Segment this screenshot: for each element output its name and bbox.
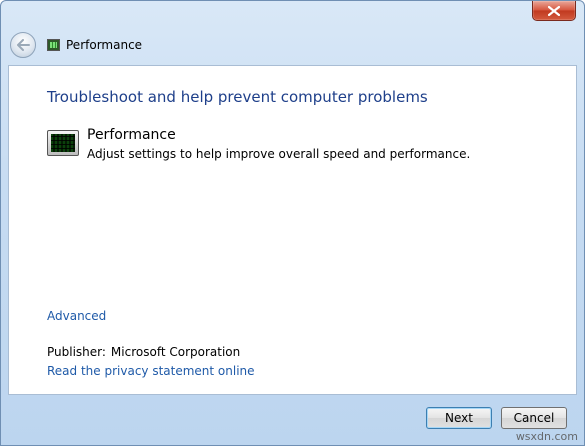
- task-description: Adjust settings to help improve overall …: [87, 147, 471, 161]
- task-title: Performance: [87, 127, 176, 143]
- window-title: Performance: [66, 38, 143, 52]
- navigation-bar: Performance: [1, 29, 584, 63]
- performance-monitor-icon: [47, 130, 79, 156]
- publisher-label: Publisher:: [47, 345, 106, 359]
- close-icon: [548, 5, 560, 16]
- back-arrow-icon: [17, 39, 30, 51]
- troubleshooter-window: Performance Troubleshoot and help preven…: [0, 0, 585, 446]
- publisher-value: Microsoft Corporation: [110, 345, 241, 359]
- performance-small-icon: [47, 39, 60, 51]
- back-button[interactable]: [10, 32, 36, 58]
- page-heading: Troubleshoot and help prevent computer p…: [47, 88, 428, 106]
- watermark: wsxdn.com: [515, 430, 578, 443]
- cancel-button[interactable]: Cancel: [501, 407, 567, 429]
- publisher-info: Publisher: Microsoft Corporation: [47, 345, 240, 359]
- advanced-link[interactable]: Advanced: [47, 309, 106, 323]
- close-button[interactable]: [532, 1, 576, 21]
- privacy-statement-link[interactable]: Read the privacy statement online: [47, 364, 255, 378]
- monitor-screen: [51, 134, 75, 152]
- content-pane: Troubleshoot and help prevent computer p…: [8, 65, 577, 395]
- next-button[interactable]: Next: [426, 407, 492, 429]
